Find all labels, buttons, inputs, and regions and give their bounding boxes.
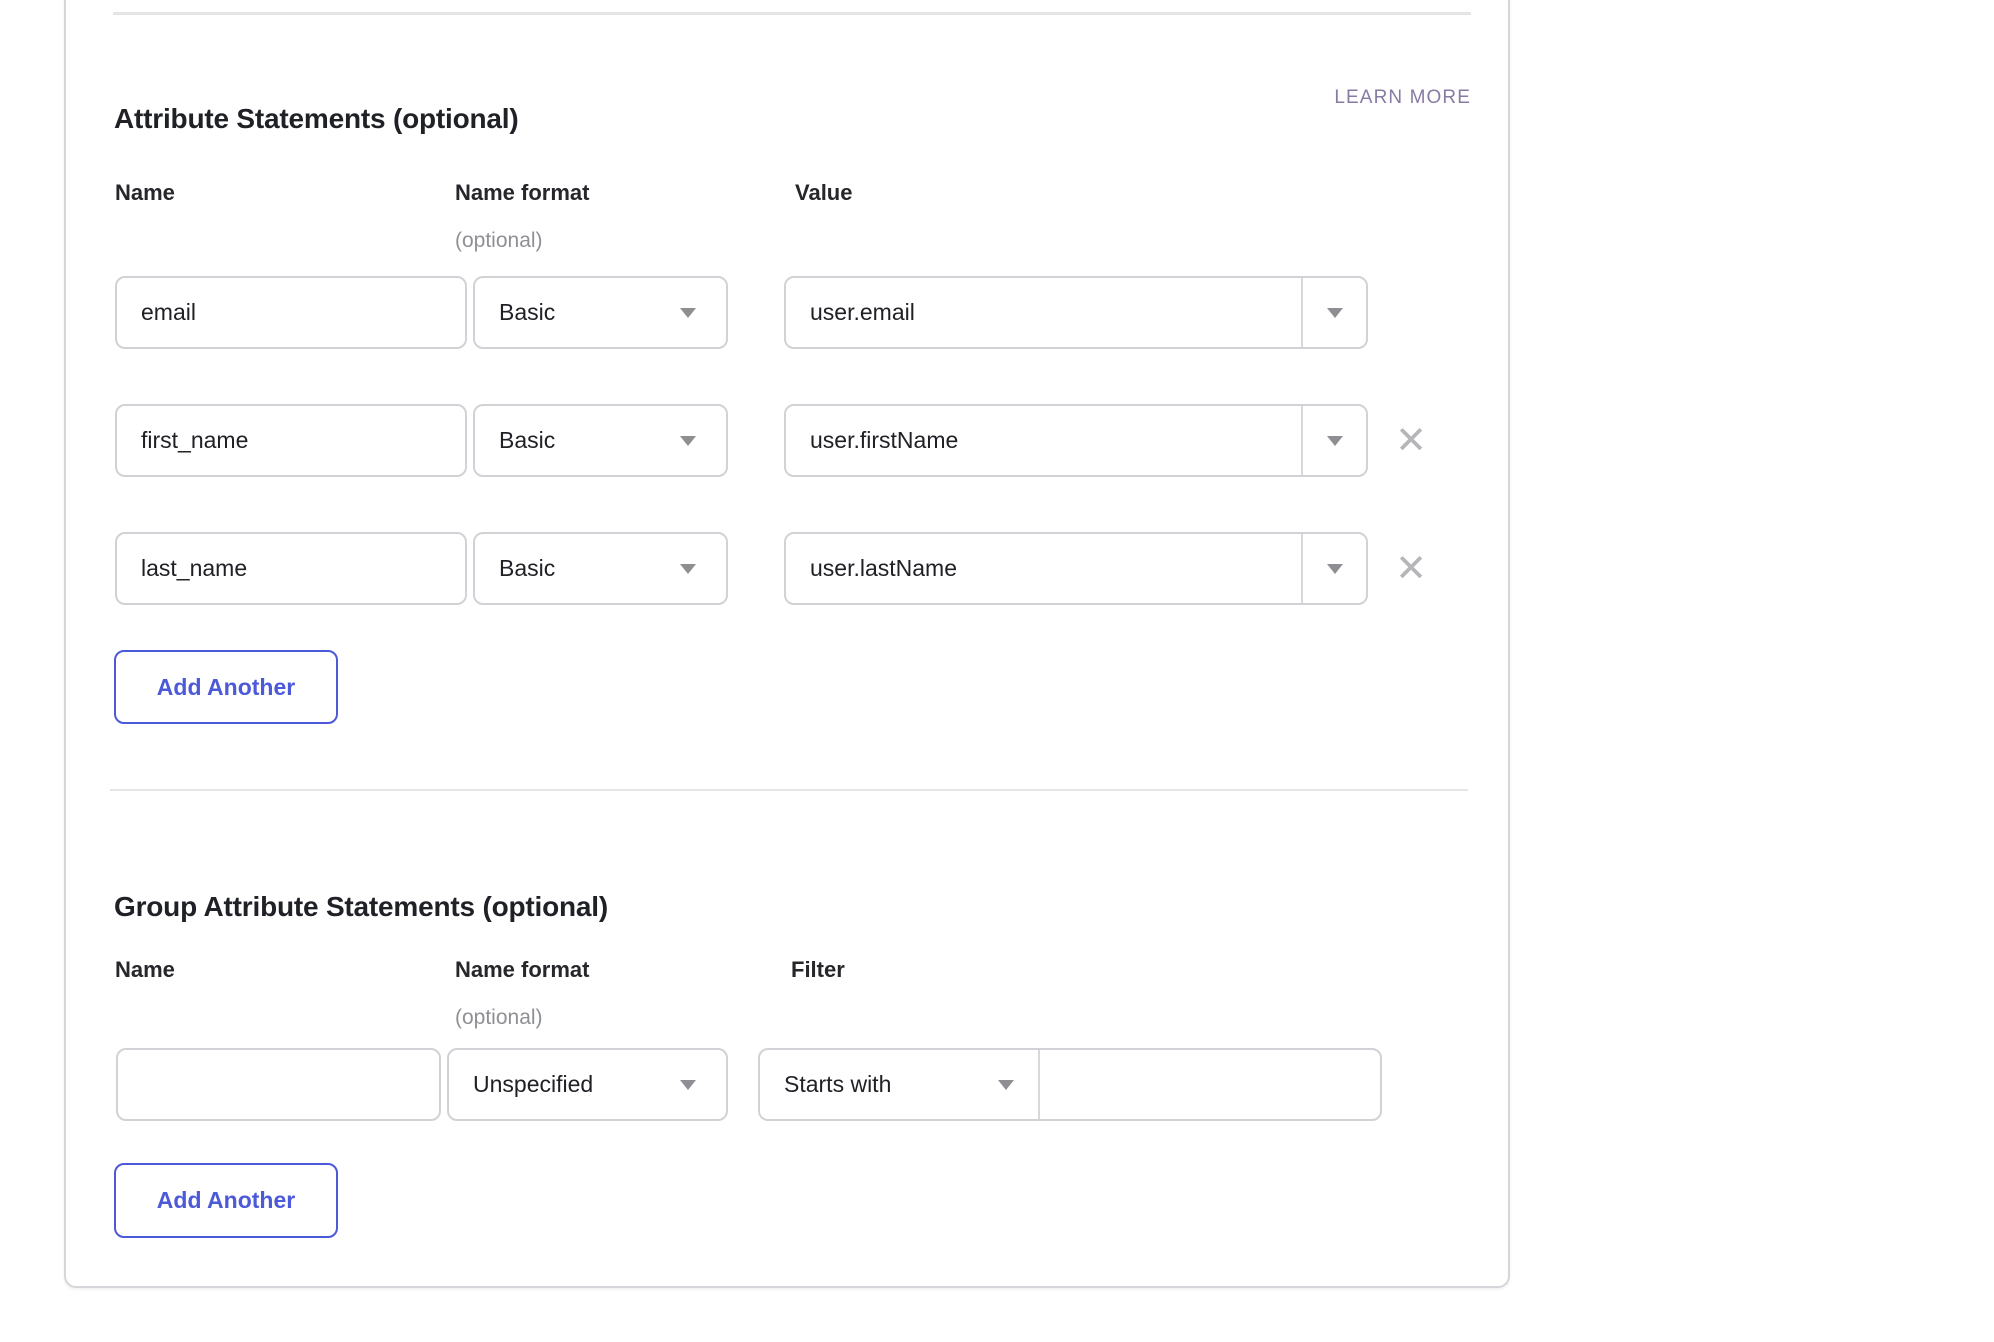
add-another-group-attribute-button[interactable]: Add Another	[114, 1163, 338, 1238]
attr-value-text: user.email	[786, 299, 1301, 326]
column-note-optional: (optional)	[455, 229, 543, 253]
chevron-down-icon	[998, 1080, 1014, 1090]
section-divider-top	[113, 12, 1471, 15]
attr-name-format-select[interactable]: Basic	[473, 404, 728, 477]
add-another-attribute-button[interactable]: Add Another	[114, 650, 338, 724]
section-divider-middle	[110, 789, 1468, 791]
group-filter-value-input[interactable]	[1040, 1050, 1380, 1119]
remove-row-button[interactable]: ✕	[1389, 418, 1433, 462]
group-filter-control: Starts with	[758, 1048, 1382, 1121]
group-filter-type-select[interactable]: Starts with	[760, 1050, 1038, 1119]
chevron-down-icon	[1327, 308, 1343, 318]
column-note-optional: (optional)	[455, 1006, 543, 1030]
attr-name-format-select[interactable]: Basic	[473, 532, 728, 605]
chevron-down-icon	[680, 1080, 696, 1090]
attr-name-value: first_name	[117, 427, 248, 454]
attr-name-value: last_name	[117, 555, 247, 582]
attr-value-select[interactable]: user.email	[784, 276, 1368, 349]
attr-value-select[interactable]: user.lastName	[784, 532, 1368, 605]
chevron-down-icon	[1327, 436, 1343, 446]
column-header-name-format: Name format	[455, 958, 589, 982]
value-dropdown-toggle[interactable]	[1301, 534, 1366, 603]
column-header-name: Name	[115, 958, 175, 982]
attr-name-format-value: Basic	[475, 299, 555, 326]
attr-name-value: email	[117, 299, 196, 326]
group-attribute-statements-title: Group Attribute Statements (optional)	[114, 889, 608, 925]
value-dropdown-toggle[interactable]	[1301, 278, 1366, 347]
group-filter-type-value: Starts with	[760, 1071, 891, 1098]
close-icon: ✕	[1395, 546, 1427, 590]
chevron-down-icon	[680, 436, 696, 446]
chevron-down-icon	[1327, 564, 1343, 574]
chevron-down-icon	[680, 564, 696, 574]
chevron-down-icon	[680, 308, 696, 318]
close-icon: ✕	[1395, 418, 1427, 462]
attr-value-select[interactable]: user.firstName	[784, 404, 1368, 477]
remove-row-button[interactable]: ✕	[1389, 546, 1433, 590]
attr-name-input[interactable]: last_name	[115, 532, 467, 605]
learn-more-link[interactable]: LEARN MORE	[1200, 87, 1471, 109]
attribute-statements-title: Attribute Statements (optional)	[114, 101, 518, 137]
attr-name-format-value: Basic	[475, 427, 555, 454]
attr-name-format-select[interactable]: Basic	[473, 276, 728, 349]
group-name-format-select[interactable]: Unspecified	[447, 1048, 728, 1121]
attr-name-input[interactable]: first_name	[115, 404, 467, 477]
column-header-value: Value	[795, 181, 852, 205]
column-header-name: Name	[115, 181, 175, 205]
attr-name-format-value: Basic	[475, 555, 555, 582]
attr-value-text: user.lastName	[786, 555, 1301, 582]
group-name-format-value: Unspecified	[449, 1071, 593, 1098]
column-header-filter: Filter	[791, 958, 845, 982]
value-dropdown-toggle[interactable]	[1301, 406, 1366, 475]
attr-name-input[interactable]: email	[115, 276, 467, 349]
column-header-name-format: Name format	[455, 181, 589, 205]
group-name-input[interactable]	[116, 1048, 441, 1121]
attr-value-text: user.firstName	[786, 427, 1301, 454]
